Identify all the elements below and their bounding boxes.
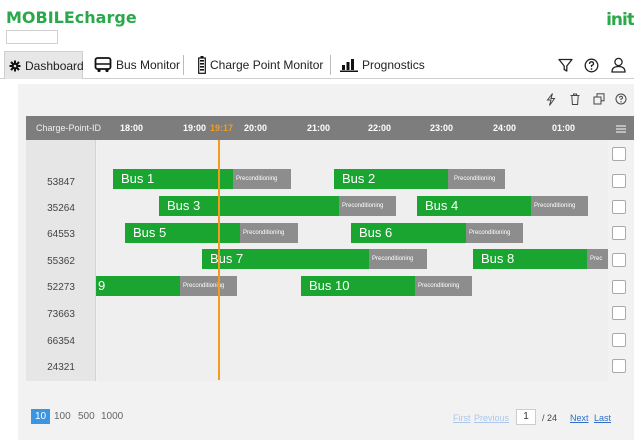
user-icon[interactable] xyxy=(609,56,627,74)
charge-point-id: 53847 xyxy=(47,177,75,188)
row-checkbox[interactable] xyxy=(612,280,626,294)
copy-icon[interactable] xyxy=(592,92,606,106)
row-checkbox[interactable] xyxy=(612,359,626,373)
charge-point-id: 35264 xyxy=(47,203,75,214)
next-page-link[interactable]: Next xyxy=(570,413,589,423)
charge-point-id: 66354 xyxy=(47,336,75,347)
previous-page-link[interactable]: Previous xyxy=(474,413,509,423)
preconditioning-bar[interactable]: Preconditioning xyxy=(339,196,396,216)
row-checkbox[interactable] xyxy=(612,200,626,214)
tab-dashboard[interactable]: Dashboard xyxy=(4,51,84,79)
time-tick: 22:00 xyxy=(368,123,392,133)
preconditioning-bar[interactable]: Prec xyxy=(587,249,608,269)
help-icon[interactable] xyxy=(614,92,628,106)
battery-icon xyxy=(198,56,206,74)
tab-bus-monitor[interactable]: Bus Monitor xyxy=(94,51,180,79)
charging-bar[interactable]: Bus 5 xyxy=(125,223,240,243)
time-tick: 24:00 xyxy=(493,123,517,133)
time-tick: 20:00 xyxy=(244,123,268,133)
row-checkbox[interactable] xyxy=(612,226,626,240)
app-brand: MOBILEcharge xyxy=(6,8,137,27)
preconditioning-bar[interactable]: Preconditioning xyxy=(415,276,472,296)
help-icon[interactable] xyxy=(582,56,600,74)
tab-label: Dashboard xyxy=(25,58,84,73)
preconditioning-bar[interactable]: Preconditioning xyxy=(233,169,291,189)
timeline-header: Charge-Point-ID 18:00 19:00 19:17 20:00 … xyxy=(26,116,634,140)
preconditioning-bar[interactable]: Preconditioning xyxy=(180,276,237,296)
page-size-option[interactable]: 10 xyxy=(31,409,51,424)
preconditioning-bar[interactable]: Preconditioning xyxy=(466,223,523,243)
charge-point-id: 64553 xyxy=(47,229,75,240)
preconditioning-bar[interactable]: Preconditioning xyxy=(531,196,588,216)
filter-icon[interactable] xyxy=(556,56,574,74)
select-all-checkbox[interactable] xyxy=(612,147,626,161)
charge-point-id: 55362 xyxy=(47,256,75,267)
row-checkbox[interactable] xyxy=(612,253,626,267)
page-size-option[interactable]: 1000 xyxy=(101,411,123,422)
page-number-input[interactable]: 1 xyxy=(516,409,536,425)
bus-icon xyxy=(94,57,112,73)
page-size-option[interactable]: 100 xyxy=(54,411,71,422)
charging-bar[interactable]: Bus 6 xyxy=(351,223,466,243)
preconditioning-bar[interactable]: Preconditioning xyxy=(369,249,427,269)
current-time-label: 19:17 xyxy=(210,123,234,133)
charge-point-id: 24321 xyxy=(47,362,75,373)
charging-bar[interactable]: Bus 7 xyxy=(202,249,369,269)
page-count: / 24 xyxy=(542,413,558,423)
tab-prognostics[interactable]: Prognostics xyxy=(340,51,425,79)
charging-bar[interactable]: Bus 8 xyxy=(473,249,587,269)
menu-icon[interactable] xyxy=(615,122,627,134)
bar-chart-icon xyxy=(340,58,358,72)
charging-bar[interactable]: Bus 1 xyxy=(113,169,233,189)
charge-point-id-header: Charge-Point-ID xyxy=(36,123,102,133)
current-time-line xyxy=(218,140,220,380)
row-checkbox[interactable] xyxy=(612,333,626,347)
trash-icon[interactable] xyxy=(568,92,582,106)
charging-bar[interactable]: Bus 2 xyxy=(334,169,448,189)
charge-point-id-filter[interactable] xyxy=(6,30,58,44)
row-checkbox[interactable] xyxy=(612,174,626,188)
time-tick: 19:00 xyxy=(183,123,207,133)
tab-charge-point-monitor[interactable]: Charge Point Monitor xyxy=(198,51,323,79)
tab-divider xyxy=(183,55,184,75)
tab-label: Prognostics xyxy=(362,58,425,72)
charge-point-id: 52273 xyxy=(47,282,75,293)
tab-label: Bus Monitor xyxy=(116,58,181,72)
main-nav: Dashboard Bus Monitor Charge Point Monit… xyxy=(0,51,634,79)
preconditioning-bar[interactable]: Preconditioning xyxy=(240,223,298,243)
charging-bar[interactable]: 9 xyxy=(96,276,180,296)
time-tick: 18:00 xyxy=(120,123,144,133)
time-tick: 21:00 xyxy=(307,123,331,133)
charging-bar[interactable]: Bus 4 xyxy=(417,196,531,216)
charging-bar[interactable]: Bus 3 xyxy=(159,196,339,216)
tab-label: Charge Point Monitor xyxy=(210,58,324,72)
last-page-link[interactable]: Last xyxy=(594,413,611,423)
preconditioning-bar[interactable]: Preconditioning xyxy=(448,169,505,189)
time-tick: 23:00 xyxy=(430,123,454,133)
lightning-icon[interactable] xyxy=(544,92,558,106)
time-tick: 01:00 xyxy=(552,123,576,133)
company-logo: init xyxy=(606,10,634,30)
charge-point-id: 73663 xyxy=(47,309,75,320)
tab-divider xyxy=(330,55,331,75)
first-page-link[interactable]: First xyxy=(453,413,471,423)
charging-bar[interactable]: Bus 10 xyxy=(301,276,415,296)
row-checkbox[interactable] xyxy=(612,306,626,320)
page-size-option[interactable]: 500 xyxy=(78,411,95,422)
gear-icon xyxy=(9,60,21,72)
